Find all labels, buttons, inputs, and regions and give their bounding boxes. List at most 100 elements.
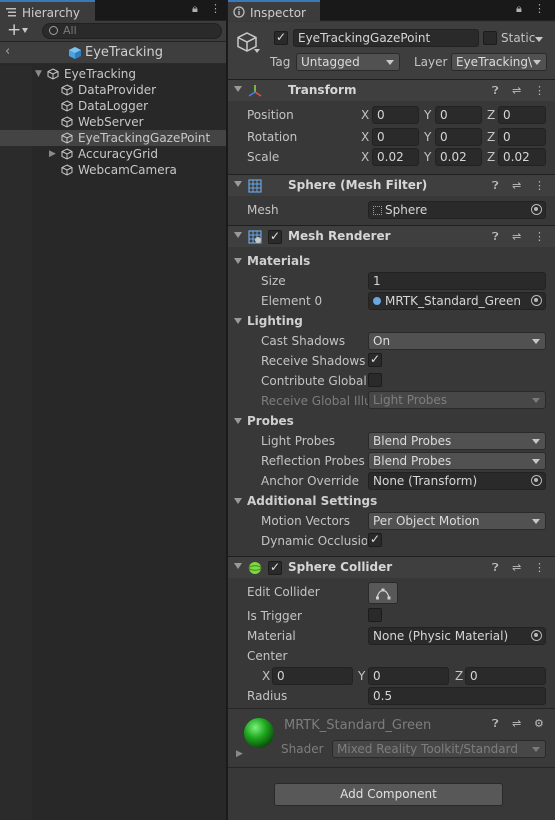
rotation-z-field[interactable]: 0 — [498, 128, 546, 146]
materials-foldout-icon[interactable] — [234, 258, 242, 264]
scale-z-field[interactable]: 0.02 — [498, 148, 546, 166]
icon-dropdown-chevron-icon[interactable] — [254, 49, 260, 53]
radius-field[interactable]: 0.5 — [368, 687, 546, 705]
tree-item-eyetrackinggazepoint[interactable]: EyeTrackingGazePoint — [0, 130, 226, 146]
more-menu-icon[interactable]: ⋮ — [534, 2, 545, 15]
preset-sliders-icon[interactable]: ⇌ — [512, 179, 521, 192]
receive-shadows-checkbox[interactable] — [368, 352, 382, 367]
help-icon[interactable]: ❓︎ — [492, 561, 499, 575]
mesh-object-field[interactable]: Sphere — [368, 201, 546, 219]
materials-size-field[interactable]: 1 — [368, 272, 546, 290]
preset-sliders-icon[interactable]: ⇌ — [512, 230, 521, 243]
lighting-foldout-icon[interactable] — [234, 318, 242, 324]
edit-collider-button[interactable] — [368, 582, 398, 604]
position-z-field[interactable]: 0 — [498, 106, 546, 124]
preset-sliders-icon[interactable]: ⇌ — [512, 561, 521, 574]
element0-object-field[interactable]: MRTK_Standard_Green — [368, 292, 546, 310]
gear-icon[interactable]: ⚙︎ — [534, 717, 544, 730]
axis-z-label: Z — [455, 669, 464, 683]
add-button[interactable]: + — [7, 20, 21, 40]
object-picker-icon[interactable] — [531, 204, 542, 215]
tree-item-label: WebcamCamera — [78, 163, 177, 177]
green-sphere-preview-icon[interactable] — [243, 717, 275, 749]
back-arrow-icon[interactable]: ‹ — [5, 44, 10, 59]
additional-settings-label[interactable]: Additional Settings — [247, 494, 377, 508]
mesh-renderer-enabled-checkbox[interactable] — [268, 229, 282, 244]
anchor-override-field[interactable]: None (Transform) — [368, 472, 546, 490]
collider-material-field[interactable]: None (Physic Material) — [368, 627, 546, 645]
cast-shadows-label: Cast Shadows — [261, 334, 346, 348]
gameobject-cube-icon — [61, 84, 73, 96]
mesh-filter-header[interactable]: Sphere (Mesh Filter) ❓︎ ⇌ ⋮ — [228, 174, 555, 196]
motion-vectors-dropdown[interactable]: Per Object Motion — [368, 512, 546, 530]
layer-dropdown[interactable]: EyeTracking\ — [451, 53, 547, 71]
tree-item-webserver[interactable]: WebServer — [0, 114, 226, 130]
add-dropdown-chevron-icon[interactable] — [22, 28, 28, 33]
more-menu-icon[interactable]: ⋮ — [534, 179, 545, 192]
tree-item-datalogger[interactable]: DataLogger — [0, 98, 226, 114]
collapse-arrow-icon[interactable] — [234, 86, 242, 92]
more-menu-icon[interactable]: ⋮ — [210, 2, 221, 15]
tree-item-webcamcamera[interactable]: WebcamCamera — [0, 162, 226, 178]
sphere-collider-enabled-checkbox[interactable] — [268, 560, 282, 575]
tree-item-eyetracking[interactable]: ▼ EyeTracking — [0, 66, 226, 82]
object-name-field[interactable]: EyeTrackingGazePoint — [293, 29, 479, 47]
inspector-tab[interactable]: Inspector — [228, 0, 320, 21]
tag-dropdown[interactable]: Untagged — [296, 53, 400, 71]
object-picker-icon[interactable] — [531, 630, 542, 641]
scale-x-field[interactable]: 0.02 — [372, 148, 419, 166]
collapsed-arrow-icon[interactable]: ▶ — [49, 146, 56, 162]
static-checkbox[interactable] — [483, 31, 497, 45]
collapse-arrow-icon[interactable] — [234, 563, 242, 569]
contribute-gi-checkbox[interactable] — [368, 373, 382, 387]
object-picker-icon[interactable] — [531, 475, 542, 486]
scene-header[interactable]: ‹ EyeTracking — [0, 42, 226, 64]
center-x-field[interactable]: 0 — [272, 667, 353, 685]
dynamic-occlusion-checkbox[interactable] — [368, 532, 382, 547]
preset-sliders-icon[interactable]: ⇌ — [512, 717, 521, 730]
center-y-field[interactable]: 0 — [368, 667, 449, 685]
active-checkbox[interactable] — [274, 30, 288, 45]
probes-foldout-icon[interactable] — [234, 418, 242, 424]
cast-shadows-dropdown[interactable]: On — [368, 332, 546, 350]
shader-dropdown[interactable]: Mixed Reality Toolkit/Standard — [332, 740, 546, 758]
probes-label[interactable]: Probes — [247, 414, 294, 428]
transform-header[interactable]: Transform ❓︎ ⇌ ⋮ — [228, 79, 555, 101]
center-z-field[interactable]: 0 — [465, 667, 546, 685]
tree-item-dataprovider[interactable]: DataProvider — [0, 82, 226, 98]
more-menu-icon[interactable]: ⋮ — [534, 84, 545, 97]
expand-arrow-icon[interactable]: ▶ — [236, 749, 243, 759]
collapse-arrow-icon[interactable] — [234, 181, 242, 187]
mesh-renderer-header[interactable]: Mesh Renderer ❓︎ ⇌ ⋮ — [228, 225, 555, 247]
position-x-field[interactable]: 0 — [372, 106, 419, 124]
more-menu-icon[interactable]: ⋮ — [534, 561, 545, 574]
hierarchy-tab[interactable]: Hierarchy — [0, 0, 95, 21]
sphere-collider-header[interactable]: Sphere Collider ❓︎ ⇌ ⋮ — [228, 556, 555, 578]
reflection-probes-dropdown[interactable]: Blend Probes — [368, 452, 546, 470]
is-trigger-checkbox[interactable] — [368, 608, 382, 622]
materials-label[interactable]: Materials — [247, 254, 310, 268]
add-component-button[interactable]: Add Component — [274, 783, 503, 806]
hierarchy-search-input[interactable]: All — [42, 23, 222, 39]
light-probes-dropdown[interactable]: Blend Probes — [368, 432, 546, 450]
lock-icon[interactable]: 🔒︎ — [516, 2, 522, 16]
lock-icon[interactable]: 🔒︎ — [192, 2, 198, 16]
scale-y-field[interactable]: 0.02 — [435, 148, 482, 166]
more-menu-icon[interactable]: ⋮ — [534, 230, 545, 243]
help-icon[interactable]: ❓︎ — [492, 179, 499, 193]
help-icon[interactable]: ❓︎ — [492, 230, 499, 244]
tree-item-label: DataProvider — [78, 83, 157, 97]
expanded-arrow-icon[interactable]: ▼ — [35, 66, 42, 82]
help-icon[interactable]: ❓︎ — [492, 717, 499, 731]
lighting-label[interactable]: Lighting — [247, 314, 303, 328]
static-dropdown-chevron-icon[interactable] — [535, 37, 543, 42]
tree-item-accuracygrid[interactable]: ▶ AccuracyGrid — [0, 146, 226, 162]
object-picker-icon[interactable] — [531, 295, 542, 306]
preset-sliders-icon[interactable]: ⇌ — [512, 84, 521, 97]
collapse-arrow-icon[interactable] — [234, 232, 242, 238]
additional-settings-foldout-icon[interactable] — [234, 498, 242, 504]
rotation-x-field[interactable]: 0 — [372, 128, 419, 146]
position-y-field[interactable]: 0 — [435, 106, 482, 124]
rotation-y-field[interactable]: 0 — [435, 128, 482, 146]
help-icon[interactable]: ❓︎ — [492, 84, 499, 98]
